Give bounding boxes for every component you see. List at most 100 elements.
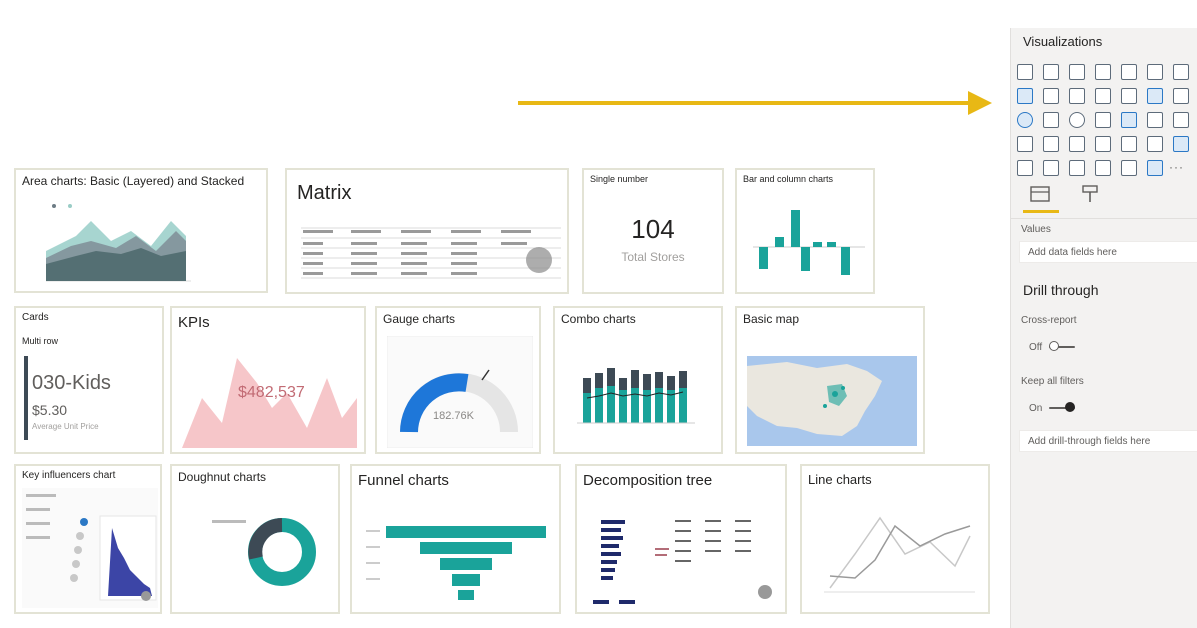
bar-column-tile[interactable]: Bar and column charts (735, 168, 875, 294)
filled-map-icon[interactable] (1121, 112, 1137, 128)
100-stacked-bar-chart-icon[interactable] (1121, 64, 1137, 80)
matrix-table (301, 220, 561, 286)
cross-report-label: Cross-report (1021, 315, 1077, 326)
cross-report-state: Off (1029, 342, 1043, 353)
stacked-area-chart-icon[interactable] (1043, 88, 1059, 104)
multi-row-card-icon[interactable] (1043, 136, 1059, 152)
key-influencers-tile[interactable]: Key influencers chart (14, 464, 162, 614)
tile-title: Cards (22, 312, 49, 323)
doughnut-chart-icon[interactable] (1069, 112, 1085, 128)
line-clustered-column-chart-icon[interactable] (1095, 88, 1111, 104)
map-tile[interactable]: Basic map (735, 306, 925, 454)
tile-title: Funnel charts (358, 472, 449, 489)
card-value: 030-Kids (32, 372, 111, 394)
matrix-icon[interactable] (1147, 136, 1163, 152)
ribbon-chart-icon[interactable] (1121, 88, 1137, 104)
pie-chart-icon[interactable] (1017, 112, 1033, 128)
tile-title: Single number (590, 174, 649, 184)
kpi-icon[interactable] (1069, 136, 1085, 152)
treemap-icon[interactable] (1043, 112, 1059, 128)
keep-all-filters-state: On (1029, 403, 1043, 414)
line-chart (824, 516, 975, 593)
stacked-column-chart-icon[interactable] (1043, 64, 1059, 80)
matrix-tile[interactable]: Matrix (285, 168, 569, 294)
tile-title: Gauge charts (383, 312, 456, 326)
funnel-tile[interactable]: Funnel charts (350, 464, 561, 614)
key-influencers-icon[interactable] (1043, 160, 1059, 176)
keep-all-filters-label: Keep all filters (1021, 376, 1084, 387)
card-value: 104 (631, 214, 675, 244)
values-field-well[interactable]: Add data fields here (1019, 241, 1197, 263)
tile-title: Doughnut charts (178, 470, 267, 484)
card-accent-bar (24, 356, 28, 440)
kpi-value: $482,537 (238, 384, 305, 401)
smart-narrative-icon[interactable] (1121, 160, 1137, 176)
card-value: $5.30 (32, 402, 68, 418)
card-icon[interactable] (1017, 136, 1033, 152)
slicer-icon[interactable] (1095, 136, 1111, 152)
tile-title: KPIs (178, 314, 210, 331)
callout-arrow (518, 90, 992, 116)
decomposition-tree-chart (593, 520, 772, 604)
clustered-column-chart-icon[interactable] (1095, 64, 1111, 80)
tile-title: Line charts (808, 472, 872, 487)
tile-title: Combo charts (561, 312, 636, 326)
line-stacked-column-chart-icon[interactable] (1069, 88, 1085, 104)
card-caption: Total Stores (621, 250, 685, 264)
tile-title: Decomposition tree (583, 472, 713, 489)
gauge-chart (387, 336, 533, 448)
100-stacked-column-chart-icon[interactable] (1147, 64, 1163, 80)
drill-through-heading: Drill through (1023, 282, 1099, 298)
tile-title: Bar and column charts (743, 174, 834, 184)
drill-through-field-well[interactable]: Add drill-through fields here (1019, 430, 1197, 452)
toggle-knob (1049, 341, 1059, 351)
pane-divider (1011, 218, 1197, 219)
gauge-value: 182.76K (433, 410, 474, 422)
decomposition-tree-icon[interactable] (1069, 160, 1085, 176)
python-visual-icon[interactable] (1017, 160, 1033, 176)
active-tab-indicator (1023, 210, 1059, 213)
cards-tile[interactable]: Cards Multi row 030-Kids $5.30 Average U… (14, 306, 164, 454)
gauge-tile[interactable]: Gauge charts 182.76K (375, 306, 541, 454)
values-label: Values (1021, 224, 1051, 235)
area-chart-tile[interactable]: Area charts: Basic (Layered) and Stacked (14, 168, 268, 293)
area-chart-icon[interactable] (1017, 88, 1033, 104)
card-subtitle: Multi row (22, 336, 59, 346)
tile-title: Matrix (297, 182, 352, 204)
r-script-visual-icon[interactable] (1173, 136, 1189, 152)
map-chart (747, 356, 917, 446)
column-chart (753, 210, 865, 275)
single-number-tile[interactable]: Single number 104 Total Stores (582, 168, 724, 294)
doughnut-chart (212, 518, 316, 586)
clustered-bar-chart-icon[interactable] (1069, 64, 1085, 80)
waterfall-chart-icon[interactable] (1147, 88, 1163, 104)
fields-tab-icon[interactable] (1029, 184, 1051, 204)
stacked-bar-chart-icon[interactable] (1017, 64, 1033, 80)
scatter-chart-icon[interactable] (1173, 88, 1189, 104)
decomposition-tree-tile[interactable]: Decomposition tree (575, 464, 787, 614)
map-icon[interactable] (1095, 112, 1111, 128)
funnel-chart-icon[interactable] (1147, 112, 1163, 128)
tile-title: Basic map (743, 312, 800, 326)
line-chart-tile[interactable]: Line charts (800, 464, 990, 614)
more-visuals-icon[interactable]: ··· (1169, 160, 1184, 174)
funnel-chart (366, 526, 546, 600)
visualizations-pane: Visualizations ··· Values Add data field… (1010, 28, 1197, 628)
area-chart (46, 204, 191, 282)
format-paint-roller-icon[interactable] (1079, 184, 1101, 204)
power-apps-icon[interactable] (1147, 160, 1163, 176)
qna-visual-icon[interactable] (1095, 160, 1111, 176)
kpi-tile[interactable]: KPIs $482,537 (170, 306, 366, 454)
key-influencers-chart (22, 488, 158, 608)
combo-tile[interactable]: Combo charts (553, 306, 723, 454)
combo-chart (577, 368, 695, 424)
toggle-knob (1065, 402, 1075, 412)
gauge-chart-icon[interactable] (1173, 112, 1189, 128)
pane-title: Visualizations (1023, 34, 1103, 49)
tile-title: Area charts: Basic (Layered) and Stacked (22, 174, 245, 188)
tile-title: Key influencers chart (22, 470, 116, 481)
card-caption: Average Unit Price (32, 422, 99, 431)
doughnut-tile[interactable]: Doughnut charts (170, 464, 340, 614)
table-icon[interactable] (1121, 136, 1137, 152)
line-chart-icon[interactable] (1173, 64, 1189, 80)
